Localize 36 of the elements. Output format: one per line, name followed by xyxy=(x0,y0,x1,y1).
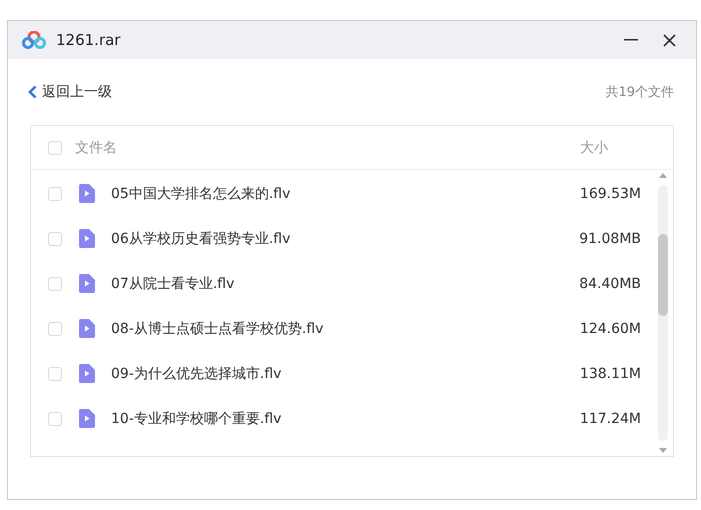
file-size: 91.08MB xyxy=(579,230,641,246)
video-file-icon xyxy=(79,229,95,248)
close-icon xyxy=(662,34,676,46)
video-file-icon xyxy=(79,364,95,383)
file-name[interactable]: 08-从博士点硕士点看学校优势.flv xyxy=(111,320,580,338)
file-name[interactable]: 07从院士看专业.flv xyxy=(111,274,580,292)
file-size: 117.24M xyxy=(580,410,641,426)
checkbox[interactable] xyxy=(48,232,62,246)
column-header: 文件名 xyxy=(75,138,118,156)
file-count: 共19个文件 xyxy=(605,84,674,101)
minimize-icon xyxy=(624,39,638,41)
checkbox[interactable] xyxy=(48,322,62,336)
video-file-icon xyxy=(79,319,95,338)
column-header: 大小 xyxy=(580,138,608,156)
file-name[interactable]: 10-专业和学校哪个重要.flv xyxy=(111,410,580,428)
checkbox[interactable] xyxy=(48,276,62,290)
file-size: 84.40MB xyxy=(579,276,641,292)
checkbox[interactable] xyxy=(48,366,62,380)
video-file-icon xyxy=(79,409,95,428)
file-size: 124.60M xyxy=(580,320,641,336)
window-title: 1261.rar xyxy=(56,31,122,49)
checkbox[interactable] xyxy=(48,140,62,154)
video-file-icon xyxy=(79,184,95,203)
file-size: 169.53M xyxy=(580,186,641,202)
cloud-logo-icon xyxy=(22,31,46,49)
video-file-icon xyxy=(79,274,95,293)
back-label: 返回上一级 xyxy=(42,83,112,101)
checkbox[interactable] xyxy=(48,186,62,200)
chevron-left-icon xyxy=(28,85,37,99)
scrollbar[interactable] xyxy=(657,172,669,454)
checkbox[interactable] xyxy=(48,412,62,426)
file-name[interactable]: 05中国大学排名怎么来的.flv xyxy=(111,184,580,202)
file-name[interactable]: 09-为什么优先选择城市.flv xyxy=(111,364,580,382)
file-size: 138.11M xyxy=(580,366,641,382)
back-link[interactable]: 返回上一级 xyxy=(28,83,112,101)
file-name[interactable]: 06从学校历史看强势专业.flv xyxy=(111,230,580,248)
